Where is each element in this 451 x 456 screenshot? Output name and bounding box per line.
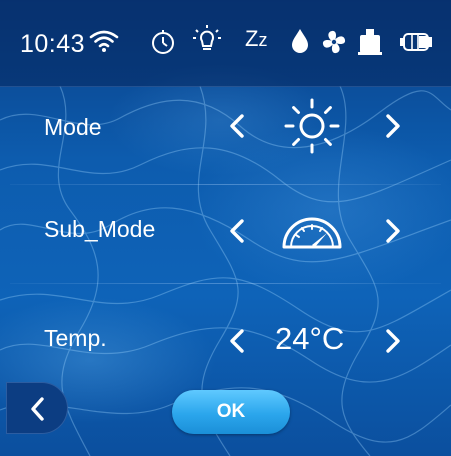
water-drop-icon	[290, 27, 310, 55]
light-icon	[192, 24, 222, 56]
temp-row: Temp. 24°C	[0, 284, 451, 382]
battery-icon	[398, 31, 438, 53]
mode-row: Mode	[0, 86, 451, 184]
heater-icon	[357, 27, 383, 57]
clock-time: 10:43	[20, 30, 86, 58]
mode-prev-button[interactable]	[224, 110, 252, 142]
chevron-right-icon	[386, 329, 400, 353]
wifi-icon	[89, 29, 119, 53]
sub-mode-next-button[interactable]	[378, 215, 406, 247]
sleep-icon: Zz	[245, 26, 268, 51]
chevron-left-icon	[230, 114, 244, 138]
speedometer-icon	[280, 211, 344, 256]
control-screen: 10:43 Zz Mode Sub_Mode Temp. 24°C OK	[0, 0, 451, 456]
mode-label: Mode	[44, 114, 102, 140]
ok-button[interactable]: OK	[172, 390, 290, 434]
temp-increase-button[interactable]	[378, 325, 406, 357]
chevron-right-icon	[386, 114, 400, 138]
fan-icon	[320, 28, 348, 56]
chevron-right-icon	[386, 219, 400, 243]
chevron-left-icon	[31, 397, 44, 421]
temp-value: 24°C	[275, 321, 345, 356]
sun-icon	[282, 96, 342, 161]
chevron-left-icon	[230, 329, 244, 353]
back-button[interactable]	[6, 382, 68, 434]
timer-icon	[149, 28, 177, 56]
status-bar: 10:43 Zz	[0, 0, 451, 87]
temp-decrease-button[interactable]	[224, 325, 252, 357]
sub-mode-row: Sub_Mode	[0, 185, 451, 283]
sub-mode-prev-button[interactable]	[224, 215, 252, 247]
sub-mode-label: Sub_Mode	[44, 216, 156, 242]
mode-next-button[interactable]	[378, 110, 406, 142]
temp-label: Temp.	[44, 325, 107, 351]
chevron-left-icon	[230, 219, 244, 243]
